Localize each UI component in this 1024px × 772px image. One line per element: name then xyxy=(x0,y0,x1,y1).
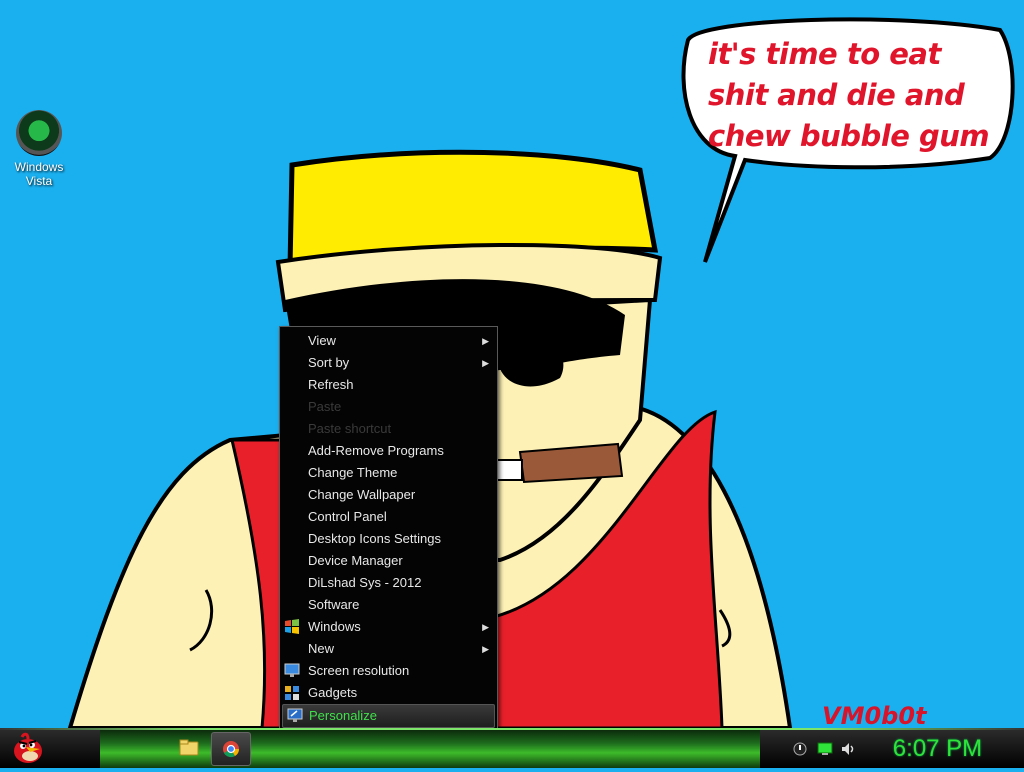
menu-item-gadgets[interactable]: Gadgets xyxy=(280,682,497,704)
menu-item-change-wallpaper[interactable]: Change Wallpaper xyxy=(280,484,497,506)
menu-item-label: Windows xyxy=(308,619,361,634)
menu-item-dilshad-sys-2012[interactable]: DiLshad Sys - 2012 xyxy=(280,572,497,594)
menu-item-add-remove-programs[interactable]: Add-Remove Programs xyxy=(280,440,497,462)
menu-item-paste: Paste xyxy=(280,396,497,418)
menu-item-new[interactable]: New ▶ xyxy=(280,638,497,660)
menu-item-paste-shortcut: Paste shortcut xyxy=(280,418,497,440)
menu-item-label: DiLshad Sys - 2012 xyxy=(308,575,422,590)
menu-item-personalize[interactable]: Personalize xyxy=(282,704,495,728)
menu-item-label: Paste xyxy=(308,399,342,414)
desktop[interactable]: Windows Vista it's time to eat shit and … xyxy=(0,0,1024,730)
menu-item-label: New xyxy=(308,641,335,656)
start-button[interactable] xyxy=(6,729,46,767)
menu-item-software[interactable]: Software xyxy=(280,594,497,616)
menu-item-label: Screen resolution xyxy=(308,663,410,678)
menu-item-change-theme[interactable]: Change Theme xyxy=(280,462,497,484)
personalize-icon xyxy=(287,708,303,724)
menu-item-label: Control Panel xyxy=(308,509,387,524)
menu-item-label: Desktop Icons Settings xyxy=(308,531,441,546)
chrome-icon xyxy=(223,741,240,758)
menu-item-label: Software xyxy=(308,597,360,612)
taskbar-explorer-button[interactable] xyxy=(170,732,208,764)
submenu-arrow-icon: ▶ xyxy=(482,644,489,654)
taskbar-chrome-button[interactable] xyxy=(211,732,251,766)
desktop-icon-label: Windows Vista xyxy=(14,160,64,188)
speech-bubble-text: it's time to eat shit and die and chew b… xyxy=(708,37,990,153)
menu-item-label: Sort by xyxy=(308,355,350,370)
network-icon[interactable] xyxy=(817,741,833,757)
menu-item-label: Personalize xyxy=(309,708,377,723)
vista-orb-icon xyxy=(16,110,62,156)
action-center-icon[interactable] xyxy=(792,741,808,757)
artist-signature: VM0b0t xyxy=(822,702,927,730)
submenu-arrow-icon: ▶ xyxy=(482,358,489,368)
menu-item-control-panel[interactable]: Control Panel xyxy=(280,506,497,528)
menu-item-windows[interactable]: Windows ▶ xyxy=(280,616,497,638)
windows-flag-icon xyxy=(284,619,300,635)
menu-item-label: Change Theme xyxy=(308,465,398,480)
menu-item-view[interactable]: View ▶ xyxy=(280,330,497,352)
menu-item-label: View xyxy=(308,333,336,348)
menu-item-label: Change Wallpaper xyxy=(308,487,416,502)
gadgets-icon xyxy=(284,685,300,701)
menu-item-label: Paste shortcut xyxy=(308,421,392,436)
menu-item-desktop-icons-settings[interactable]: Desktop Icons Settings xyxy=(280,528,497,550)
angry-bird-icon xyxy=(14,732,42,763)
menu-item-label: Add-Remove Programs xyxy=(308,443,444,458)
monitor-icon xyxy=(284,663,300,679)
taskbar-clock[interactable]: 6:07 PM xyxy=(880,735,995,763)
volume-icon[interactable] xyxy=(840,741,856,757)
submenu-arrow-icon: ▶ xyxy=(482,336,489,346)
desktop-icon-windows-vista[interactable]: Windows Vista xyxy=(8,110,70,188)
desktop-context-menu: View ▶ Sort by ▶ Refresh Paste Paste shortcut A… xyxy=(279,326,498,729)
menu-item-label: Device Manager xyxy=(308,553,403,568)
menu-item-sort-by[interactable]: Sort by ▶ xyxy=(280,352,497,374)
menu-item-label: Refresh xyxy=(308,377,354,392)
menu-item-screen-resolution[interactable]: Screen resolution xyxy=(280,660,497,682)
folder-icon xyxy=(179,739,199,756)
menu-item-refresh[interactable]: Refresh xyxy=(280,374,497,396)
menu-item-label: Gadgets xyxy=(308,685,358,700)
submenu-arrow-icon: ▶ xyxy=(482,622,489,632)
menu-item-device-manager[interactable]: Device Manager xyxy=(280,550,497,572)
